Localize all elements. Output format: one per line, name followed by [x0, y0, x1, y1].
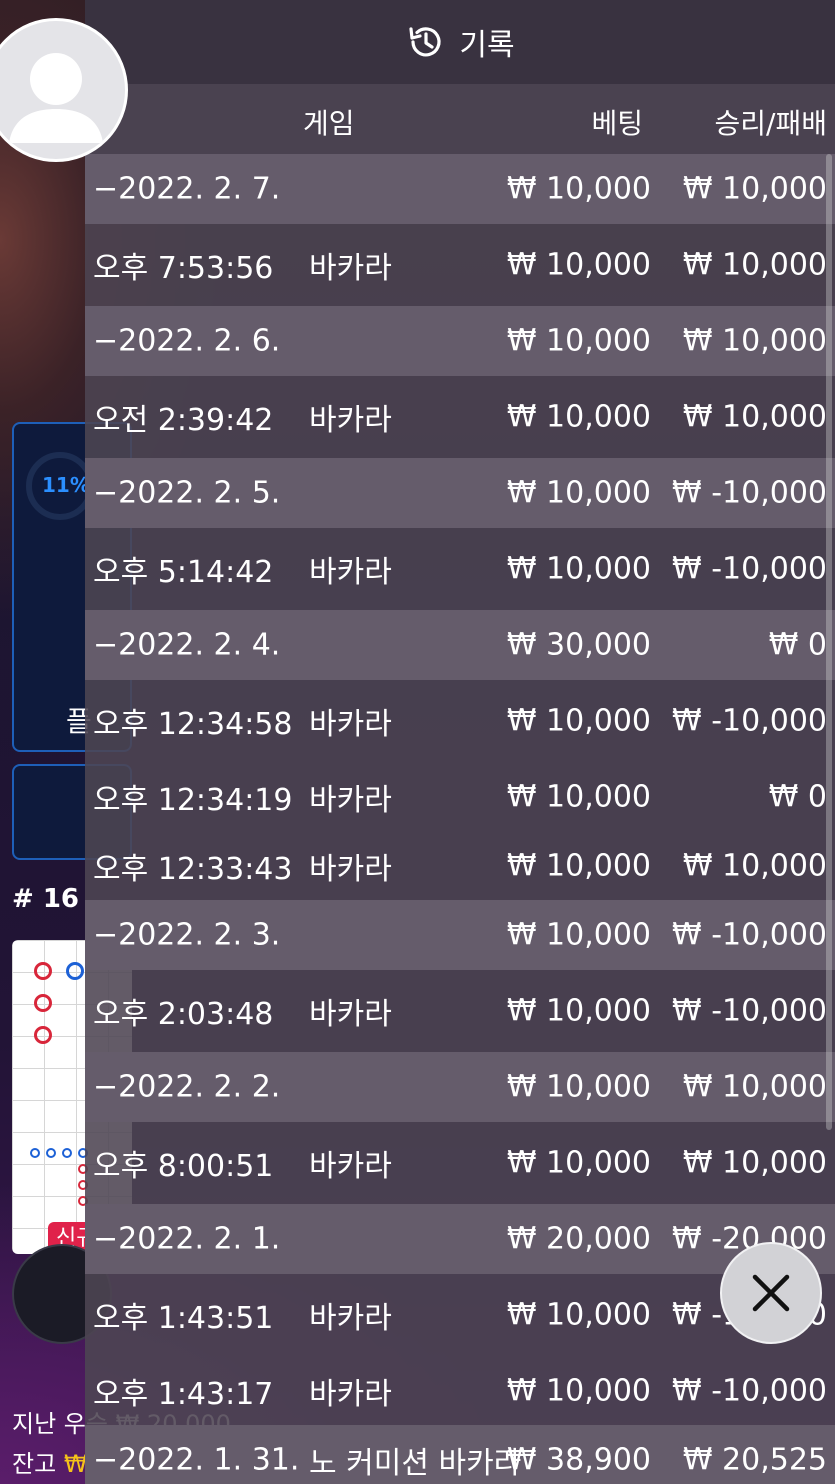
row-win-loss: ₩ -10,000 [672, 993, 827, 1029]
row-bet: ₩ 10,000 [506, 551, 651, 587]
row-game: 바카라 [309, 782, 392, 818]
row-win-loss: ₩ 10,000 [682, 848, 827, 883]
row-game: 바카라 [309, 1149, 392, 1184]
close-button[interactable] [720, 1242, 822, 1344]
row-game: 바카라 [309, 851, 392, 887]
row-win-loss: ₩ -10,000 [672, 703, 827, 739]
row-date-time: 오후 12:33:43 [93, 851, 293, 887]
row-game: 바카라 [309, 403, 392, 438]
date-group-row[interactable]: −2022. 2. 1. ₩ 20,000 ₩ -20,000 [85, 1204, 835, 1274]
column-bet[interactable]: 베팅 [591, 102, 643, 142]
row-bet: ₩ 10,000 [506, 1373, 651, 1408]
row-game: 노 커미션 바카라 [309, 1446, 522, 1481]
row-win-loss: ₩ -10,000 [672, 917, 827, 953]
history-header: 기록 [85, 0, 835, 84]
history-row[interactable]: 오후 12:34:58 바카라 ₩ 10,000 ₩ -10,000 [85, 680, 835, 762]
date-group-row[interactable]: −2022. 2. 3. ₩ 10,000 ₩ -10,000 [85, 900, 835, 970]
row-bet: ₩ 38,900 [506, 1442, 651, 1478]
round-label: # 16 [12, 884, 80, 914]
row-date-time: −2022. 2. 3. [93, 917, 281, 953]
row-date-time: 오전 2:39:42 [93, 403, 274, 438]
progress-text: 11% [42, 473, 90, 497]
row-date-time: −2022. 2. 5. [93, 475, 281, 511]
history-panel: 기록 날짜 게임 베팅 승리/패배 −2022. 2. 7. ₩ 10,000 ₩ … [85, 0, 835, 1484]
row-win-loss: ₩ 10,000 [682, 171, 827, 207]
row-date-time: −2022. 2. 2. [93, 1069, 281, 1105]
row-date-time: 오후 2:03:48 [93, 997, 274, 1032]
row-bet: ₩ 10,000 [506, 848, 651, 883]
row-bet: ₩ 20,000 [506, 1221, 651, 1257]
row-date-time: 오후 1:43:51 [93, 1301, 274, 1336]
date-group-row[interactable]: −2022. 2. 2. ₩ 10,000 ₩ 10,000 [85, 1052, 835, 1122]
row-bet: ₩ 10,000 [506, 399, 651, 435]
history-row[interactable]: 오후 5:14:42 바카라 ₩ 10,000 ₩ -10,000 [85, 528, 835, 610]
row-game: 바카라 [309, 707, 392, 742]
row-win-loss: ₩ 20,525 [682, 1442, 827, 1478]
scrollbar[interactable] [826, 154, 832, 1130]
row-game: 바카라 [309, 1301, 392, 1336]
row-bet: ₩ 10,000 [506, 1069, 651, 1105]
row-bet: ₩ 10,000 [506, 1297, 651, 1333]
row-win-loss: ₩ 0 [768, 779, 827, 814]
row-bet: ₩ 30,000 [506, 627, 651, 663]
row-win-loss: ₩ 10,000 [682, 323, 827, 359]
row-bet: ₩ 10,000 [506, 779, 651, 814]
row-bet: ₩ 10,000 [506, 247, 651, 283]
row-bet: ₩ 10,000 [506, 703, 651, 739]
row-bet: ₩ 10,000 [506, 1145, 651, 1181]
history-row[interactable]: 오전 2:39:42 바카라 ₩ 10,000 ₩ 10,000 [85, 376, 835, 458]
row-date-time: 오후 8:00:51 [93, 1149, 274, 1184]
row-win-loss: ₩ 10,000 [682, 399, 827, 435]
history-row[interactable]: 오후 12:33:43 바카라 ₩ 10,000 ₩ 10,000 [85, 831, 835, 900]
date-group-row[interactable]: −2022. 1. 31. 노 커미션 바카라 ₩ 38,900 ₩ 20,525 [85, 1425, 835, 1484]
history-row[interactable]: 오후 2:03:48 바카라 ₩ 10,000 ₩ -10,000 [85, 970, 835, 1052]
row-win-loss: ₩ -10,000 [672, 1373, 827, 1408]
row-bet: ₩ 10,000 [506, 323, 651, 359]
row-bet: ₩ 10,000 [506, 993, 651, 1029]
history-row[interactable]: 오후 7:53:56 바카라 ₩ 10,000 ₩ 10,000 [85, 224, 835, 306]
history-icon [409, 27, 441, 57]
row-date-time: −2022. 1. 31. [93, 1442, 300, 1478]
column-headers: 날짜 게임 베팅 승리/패배 [85, 84, 835, 154]
date-group-row[interactable]: −2022. 2. 6. ₩ 10,000 ₩ 10,000 [85, 306, 835, 376]
row-bet: ₩ 10,000 [506, 171, 651, 207]
history-title: 기록 [459, 28, 515, 63]
row-win-loss: ₩ -10,000 [672, 551, 827, 587]
row-date-time: −2022. 2. 4. [93, 627, 281, 663]
row-date-time: −2022. 2. 1. [93, 1221, 281, 1257]
row-date-time: 오후 1:43:17 [93, 1376, 274, 1412]
row-game: 바카라 [309, 251, 392, 286]
row-win-loss: ₩ 10,000 [682, 1145, 827, 1181]
column-win-loss[interactable]: 승리/패배 [715, 102, 827, 142]
row-bet: ₩ 10,000 [506, 475, 651, 511]
row-date-time: −2022. 2. 6. [93, 323, 281, 359]
row-date-time: 오후 12:34:58 [93, 707, 293, 742]
row-bet: ₩ 10,000 [506, 917, 651, 953]
history-row[interactable]: 오후 12:34:19 바카라 ₩ 10,000 ₩ 0 [85, 762, 835, 831]
avatar[interactable] [0, 18, 128, 162]
row-date-time: 오후 7:53:56 [93, 251, 274, 286]
date-group-row[interactable]: −2022. 2. 5. ₩ 10,000 ₩ -10,000 [85, 458, 835, 528]
date-group-row[interactable]: −2022. 2. 4. ₩ 30,000 ₩ 0 [85, 610, 835, 680]
row-win-loss: ₩ -10,000 [672, 475, 827, 511]
row-win-loss: ₩ 10,000 [682, 247, 827, 283]
user-silhouette-icon [9, 53, 103, 143]
row-game: 바카라 [309, 555, 392, 590]
balance-label: 잔고 ₩ [12, 1444, 88, 1479]
column-game[interactable]: 게임 [303, 102, 355, 142]
row-game: 바카라 [309, 1376, 392, 1412]
balance-title: 잔고 [12, 1450, 57, 1478]
row-date-time: −2022. 2. 7. [93, 171, 281, 207]
balance-currency: ₩ [63, 1450, 88, 1478]
close-icon [752, 1274, 790, 1312]
history-row[interactable]: 오후 8:00:51 바카라 ₩ 10,000 ₩ 10,000 [85, 1122, 835, 1204]
row-date-time: 오후 5:14:42 [93, 555, 274, 590]
history-row[interactable]: 오후 1:43:17 바카라 ₩ 10,000 ₩ -10,000 [85, 1356, 835, 1425]
date-group-row[interactable]: −2022. 2. 7. ₩ 10,000 ₩ 10,000 [85, 154, 835, 224]
row-game: 바카라 [309, 997, 392, 1032]
row-win-loss: ₩ 0 [768, 627, 827, 663]
row-win-loss: ₩ 10,000 [682, 1069, 827, 1105]
row-date-time: 오후 12:34:19 [93, 782, 293, 818]
